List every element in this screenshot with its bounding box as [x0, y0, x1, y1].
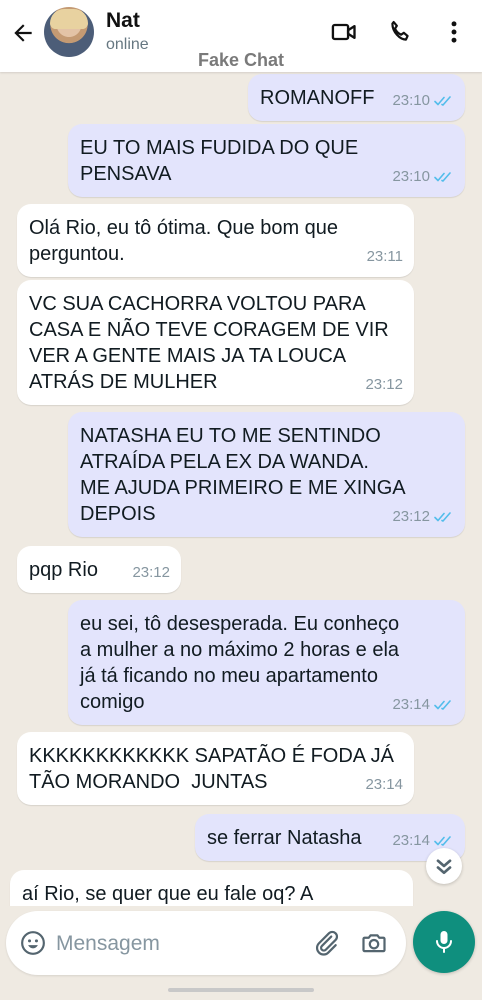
message-text-line: TÃO MORANDO JUNTAS — [29, 771, 268, 793]
emoji-icon[interactable] — [20, 930, 46, 956]
read-receipt-icon — [434, 700, 451, 710]
message-time: 23:12 — [392, 508, 430, 525]
message-time: 23:14 — [392, 696, 430, 713]
fake-chat-watermark: Fake Chat — [197, 50, 285, 70]
message-meta: 23:14 — [392, 692, 454, 718]
incoming-message-bubble[interactable]: KKKKKKKKKKKK SAPATÃO É FODA JÁ TÃO MORAND… — [17, 732, 414, 805]
double-chevron-down-icon — [436, 859, 452, 875]
message-text-line: VER A GENTE MAIS JA TA LOUCA — [29, 345, 347, 367]
message-meta: 23:12 — [365, 372, 403, 398]
outgoing-message-bubble[interactable]: se ferrar Natasha 23:14 — [195, 814, 465, 861]
incoming-message-bubble[interactable]: aí Rio, se quer que eu fale oq? A — [10, 870, 413, 906]
message-text-line: CASA E NÃO TEVE CORAGEM DE VIR — [29, 319, 389, 341]
mic-icon — [436, 931, 452, 953]
incoming-message-bubble[interactable]: pqp Rio 23:12 — [17, 546, 181, 593]
read-receipt-icon — [434, 172, 451, 182]
message-text-line: Olá Rio, eu tô ótima. Que bom que — [29, 217, 339, 239]
contact-name[interactable]: Nat — [106, 9, 140, 33]
message-time: 23:14 — [365, 776, 403, 793]
read-receipt-icon — [434, 836, 451, 846]
more-vert-icon[interactable] — [440, 18, 468, 46]
message-text-line: já tá ficando no meu apartamento — [80, 665, 378, 687]
message-time: 23:12 — [365, 376, 403, 393]
read-receipt-icon — [434, 512, 451, 522]
message-list[interactable]: ROMANOFF 23:10 EU TO MAIS FUDIDA DO QUE PEN… — [0, 72, 482, 906]
message-meta: 23:14 — [365, 772, 403, 798]
phone-icon[interactable] — [386, 18, 414, 46]
message-text-line: VC SUA CACHORRA VOLTOU PARA — [29, 293, 366, 315]
incoming-message-bubble[interactable]: VC SUA CACHORRA VOLTOU PARA CASA E NÃO TE… — [17, 280, 414, 405]
scroll-to-bottom-button[interactable] — [426, 848, 462, 884]
mic-button[interactable] — [413, 911, 475, 973]
message-text-line: ATRÁS DE MULHER — [29, 371, 218, 393]
message-time: 23:14 — [392, 832, 430, 849]
message-composer — [6, 911, 406, 975]
message-text-line: ME AJUDA PRIMEIRO E ME XINGA — [80, 477, 406, 499]
outgoing-message-bubble[interactable]: ROMANOFF 23:10 — [248, 74, 465, 121]
message-time: 23:11 — [366, 248, 403, 265]
message-text-line: EU TO MAIS FUDIDA DO QUE — [80, 137, 359, 159]
read-receipt-icon — [434, 96, 451, 106]
message-text-line: ATRAÍDA PELA EX DA WANDA. — [80, 451, 369, 473]
message-text-line: perguntou. — [29, 243, 125, 265]
message-meta: 23:10 — [392, 164, 454, 190]
attach-icon[interactable] — [312, 929, 340, 957]
message-time: 23:12 — [132, 564, 170, 581]
message-text-line: KKKKKKKKKKKK SAPATÃO É FODA JÁ — [29, 745, 394, 767]
message-time: 23:10 — [392, 92, 430, 109]
message-text-line: aí Rio, se quer que eu fale oq? A — [22, 883, 314, 905]
message-input[interactable] — [54, 925, 298, 963]
camera-icon[interactable] — [360, 929, 388, 957]
message-meta: 23:11 — [367, 244, 403, 270]
message-time: 23:10 — [392, 168, 430, 185]
message-text-line: eu sei, tô desesperada. Eu conheço — [80, 613, 400, 635]
incoming-message-bubble[interactable]: Olá Rio, eu tô ótima. Que bom que pergunt… — [17, 204, 414, 277]
message-text-line: a mulher a no máximo 2 horas e ela — [80, 639, 400, 661]
message-meta: 23:12 — [392, 504, 454, 530]
outgoing-message-bubble[interactable]: NATASHA EU TO ME SENTINDO ATRAÍDA PELA EX… — [68, 412, 465, 537]
back-arrow-icon[interactable] — [10, 20, 36, 46]
video-call-icon[interactable] — [330, 18, 358, 46]
home-indicator — [168, 988, 314, 992]
outgoing-message-bubble[interactable]: eu sei, tô desesperada. Eu conheço a mulh… — [68, 600, 465, 725]
message-meta: 23:10 — [392, 88, 454, 114]
outgoing-message-bubble[interactable]: EU TO MAIS FUDIDA DO QUE PENSAVA 23:10 — [68, 124, 465, 197]
message-meta: 23:12 — [132, 560, 170, 586]
message-text-line: NATASHA EU TO ME SENTINDO — [80, 425, 381, 447]
